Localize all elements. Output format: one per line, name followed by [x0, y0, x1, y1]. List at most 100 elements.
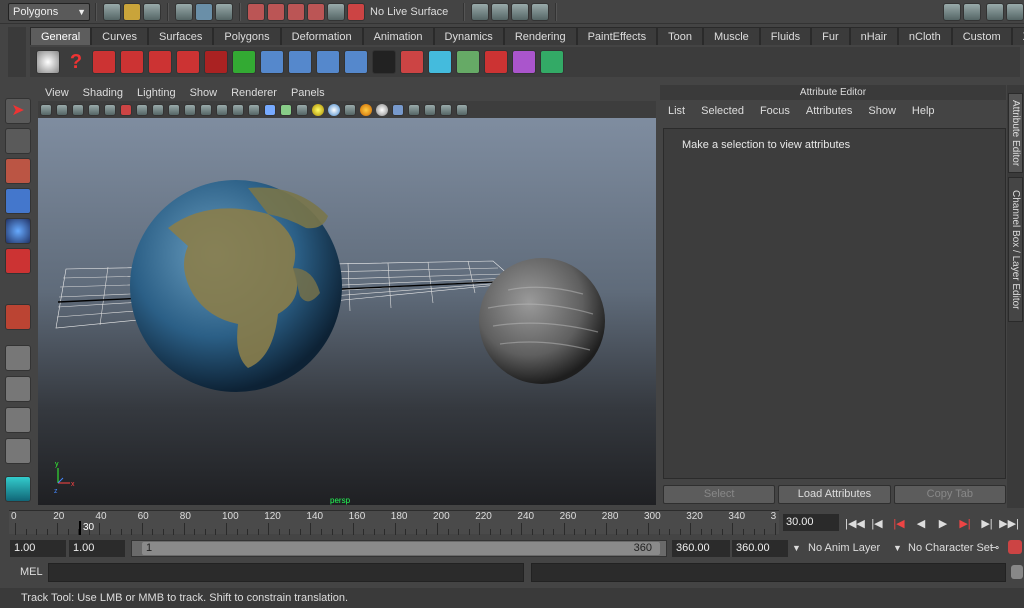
menu-shading[interactable]: Shading: [76, 85, 130, 101]
select-hierarchy-icon[interactable]: [175, 2, 193, 21]
xray-components-icon[interactable]: [456, 103, 468, 116]
outliner-layout-icon[interactable]: [5, 407, 31, 433]
menu-lighting[interactable]: Lighting: [130, 85, 183, 101]
anim-layer-dropdown[interactable]: No Anim Layer: [808, 540, 880, 557]
range-slider-handle[interactable]: [142, 542, 660, 555]
shelf-tab-surfaces[interactable]: Surfaces: [147, 27, 214, 45]
go-to-end-icon[interactable]: ▶▶|: [998, 517, 1020, 530]
shelf-tab-toon[interactable]: Toon: [657, 27, 703, 45]
script-editor-icon[interactable]: [1011, 565, 1023, 579]
shadows-icon[interactable]: [328, 103, 340, 116]
render-settings-icon[interactable]: [531, 2, 550, 21]
menu-panels[interactable]: Panels: [284, 85, 332, 101]
film-gate-icon[interactable]: [152, 103, 164, 116]
moon-sphere[interactable]: [479, 258, 605, 384]
four-pane-layout-icon[interactable]: [5, 376, 31, 402]
ae-menu-selected[interactable]: Selected: [693, 102, 752, 120]
menu-renderer[interactable]: Renderer: [224, 85, 284, 101]
character-set-dropdown[interactable]: No Character Set: [908, 540, 993, 557]
depth-of-field-icon[interactable]: [392, 103, 404, 116]
xray-joints-icon[interactable]: [440, 103, 452, 116]
multisample-icon[interactable]: [376, 103, 388, 116]
command-input[interactable]: [48, 563, 524, 582]
animation-start-field[interactable]: 1.00: [10, 540, 66, 557]
point-constraint-icon[interactable]: [120, 50, 144, 74]
paint-weights-icon[interactable]: [400, 50, 424, 74]
2d-pan-zoom-icon[interactable]: [120, 103, 132, 116]
select-object-icon[interactable]: [195, 2, 213, 21]
open-scene-icon[interactable]: [123, 2, 141, 21]
safe-action-icon[interactable]: [216, 103, 228, 116]
move-tool-icon[interactable]: [5, 188, 31, 214]
step-forward-key-icon[interactable]: ▶|: [954, 517, 976, 530]
skin-bind-icon[interactable]: [316, 50, 340, 74]
play-backward-icon[interactable]: ◀: [910, 517, 932, 530]
shelf-tab-rendering[interactable]: Rendering: [503, 27, 577, 45]
cube-icon[interactable]: [456, 50, 480, 74]
shelf-tab-general[interactable]: General: [30, 27, 92, 45]
scale-tool-icon[interactable]: [5, 248, 31, 274]
ipr-render-icon[interactable]: [511, 2, 530, 21]
ae-menu-attributes[interactable]: Attributes: [798, 102, 860, 120]
gate-mask-icon[interactable]: [184, 103, 196, 116]
shelf-tab-curves[interactable]: Curves: [91, 27, 148, 45]
shelf-tab-animation[interactable]: Animation: [362, 27, 434, 45]
ae-menu-focus[interactable]: Focus: [752, 102, 798, 120]
use-lights-icon[interactable]: [312, 103, 324, 116]
graph-editor-layout-icon[interactable]: [5, 438, 31, 464]
render-frame-icon[interactable]: [491, 2, 510, 21]
shelf-tab-xgen[interactable]: XGen: [1011, 27, 1024, 45]
snap-point-icon[interactable]: [287, 2, 305, 21]
animation-prefs-icon[interactable]: [1008, 540, 1022, 554]
shelf-menu-grip[interactable]: [8, 27, 26, 77]
chevron-down-icon[interactable]: ▼: [893, 540, 902, 557]
ae-menu-show[interactable]: Show: [860, 102, 904, 120]
step-forward-frame-icon[interactable]: ▶|: [976, 517, 998, 530]
time-slider[interactable]: 0 20 40 60 80 100 120 140 160 180 200 220 240 260 280 3…: [9, 510, 779, 535]
menu-view[interactable]: View: [38, 85, 76, 101]
shelf-tab-custom[interactable]: Custom: [951, 27, 1012, 45]
shelf-tab-fur[interactable]: Fur: [811, 27, 850, 45]
single-pane-layout-icon[interactable]: [5, 345, 31, 371]
select-tool-icon[interactable]: ➤: [5, 98, 31, 124]
modeling-toolkit-icon[interactable]: [943, 3, 961, 21]
grid-toggle-icon[interactable]: [136, 103, 148, 116]
attribute-editor-toggle-icon[interactable]: [963, 3, 981, 21]
playback-end-field[interactable]: 360.00: [672, 540, 730, 557]
sphere-icon[interactable]: [428, 50, 452, 74]
paint-brush-icon[interactable]: [484, 50, 508, 74]
render-view-icon[interactable]: [471, 2, 490, 21]
playback-start-field[interactable]: 1.00: [69, 540, 125, 557]
field-chart-icon[interactable]: [200, 103, 212, 116]
screen-space-ao-icon[interactable]: [344, 103, 356, 116]
menu-show[interactable]: Show: [183, 85, 225, 101]
magnet-icon[interactable]: [347, 2, 365, 21]
channel-box-toggle-icon[interactable]: [1006, 3, 1024, 21]
shelf-tab-nhair[interactable]: nHair: [849, 27, 898, 45]
tool-settings-icon[interactable]: [986, 3, 1004, 21]
menu-set-dropdown[interactable]: Polygons ▼: [8, 2, 90, 21]
tab-channel-box[interactable]: Channel Box / Layer Editor: [1008, 177, 1023, 322]
ik-handle-icon[interactable]: [288, 50, 312, 74]
redo-icon[interactable]: [232, 50, 256, 74]
tab-attribute-editor[interactable]: Attribute Editor: [1008, 93, 1023, 173]
range-slider[interactable]: 1 360: [131, 540, 667, 557]
paint-select-tool-icon[interactable]: [5, 158, 31, 184]
film-reel-icon[interactable]: [36, 50, 60, 74]
snap-grid-icon[interactable]: [247, 2, 265, 21]
step-back-key-icon[interactable]: |◀: [888, 517, 910, 530]
joint-icon[interactable]: [260, 50, 284, 74]
grease-pencil-icon[interactable]: [104, 103, 116, 116]
resolution-gate-icon[interactable]: [168, 103, 180, 116]
xray-icon[interactable]: [424, 103, 436, 116]
earth-sphere[interactable]: [130, 180, 342, 392]
undo-icon[interactable]: [204, 50, 228, 74]
select-component-icon[interactable]: [215, 2, 233, 21]
isolate-select-icon[interactable]: [408, 103, 420, 116]
save-scene-icon[interactable]: [143, 2, 161, 21]
constraint-icon[interactable]: [92, 50, 116, 74]
make-live-icon[interactable]: [327, 2, 345, 21]
aim-constraint-icon[interactable]: [148, 50, 172, 74]
step-back-frame-icon[interactable]: |◀: [866, 517, 888, 530]
script-editor-icon[interactable]: [372, 50, 396, 74]
